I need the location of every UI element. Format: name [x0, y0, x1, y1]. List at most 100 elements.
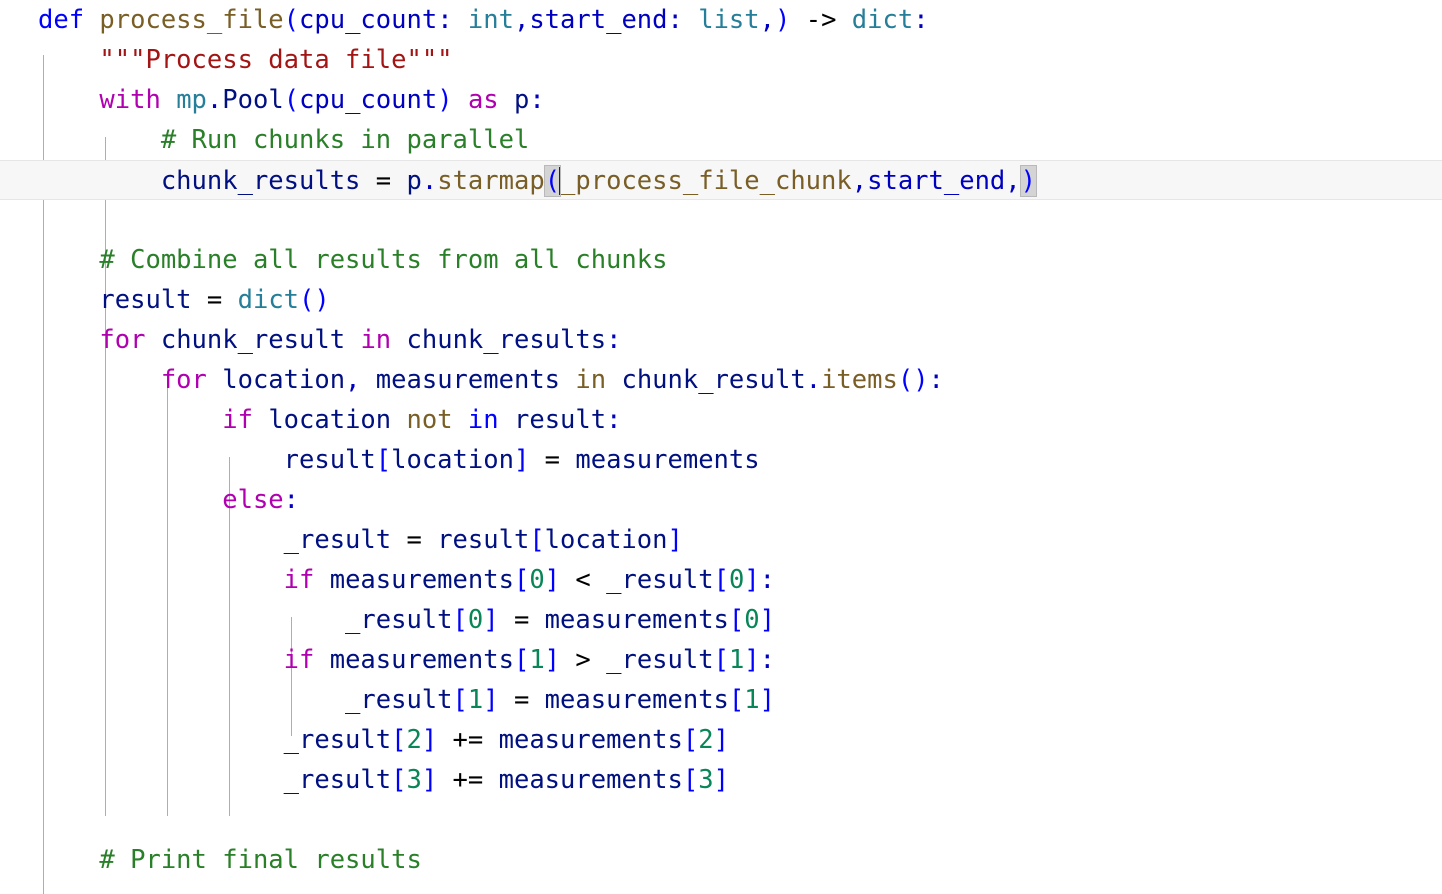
code-token: dict: [851, 5, 914, 35]
code-token: mp: [176, 85, 207, 115]
code-line[interactable]: _result[0] = measurements[0]: [0, 600, 1442, 640]
code-token: 3: [406, 765, 422, 795]
code-token: [: [375, 445, 392, 475]
code-token: _result: [345, 685, 453, 715]
code-token: .: [805, 365, 822, 395]
code-token: ,: [759, 5, 775, 35]
code-token: ,: [345, 365, 361, 395]
code-line[interactable]: for location, measurements in chunk_resu…: [0, 360, 1442, 400]
code-token: 0: [529, 565, 545, 595]
code-token: ]: [667, 525, 683, 555]
code-line[interactable]: _result[2] += measurements[2]: [0, 720, 1442, 760]
code-token: in: [360, 325, 392, 355]
code-line[interactable]: _result[3] += measurements[3]: [0, 760, 1442, 800]
code-line[interactable]: _result = result[location]: [0, 520, 1442, 560]
code-editor[interactable]: def process_file(cpu_count: int,start_en…: [0, 0, 1442, 894]
code-token: in: [575, 365, 607, 395]
code-token: else: [222, 485, 284, 515]
bracket-match: (: [543, 165, 562, 197]
code-token: ]: [483, 605, 499, 635]
code-line[interactable]: # Combine all results from all chunks: [0, 240, 1442, 280]
code-token: (: [897, 365, 914, 395]
code-line[interactable]: """Process data file""": [0, 40, 1442, 80]
code-token: p: [514, 85, 530, 115]
code-token: ]: [759, 685, 775, 715]
code-token: =: [544, 445, 561, 475]
code-line[interactable]: def process_file(cpu_count: int,start_en…: [0, 0, 1442, 40]
code-token: measurements: [498, 725, 683, 755]
code-token: location: [268, 405, 392, 435]
code-token: chunk_results: [160, 166, 361, 196]
code-line[interactable]: result[location] = measurements: [0, 440, 1442, 480]
code-token: 1: [529, 645, 545, 675]
code-line[interactable]: [0, 200, 1442, 240]
code-line[interactable]: if measurements[1] > _result[1]:: [0, 640, 1442, 680]
code-token: measurements: [329, 645, 514, 675]
code-token: p: [406, 166, 422, 196]
code-token: [: [529, 525, 545, 555]
code-token: result: [437, 525, 530, 555]
code-token: [: [452, 605, 468, 635]
code-token: not: [406, 405, 453, 435]
code-token: _result: [283, 765, 392, 795]
code-line[interactable]: _result[1] = measurements[1]: [0, 680, 1442, 720]
code-token: +=: [452, 725, 484, 755]
code-token: measurements: [544, 685, 729, 715]
code-token: ): [437, 85, 453, 115]
code-token: # Print final results: [99, 845, 422, 875]
code-line[interactable]: # Run chunks in parallel: [0, 120, 1442, 160]
code-token: [: [728, 605, 745, 635]
code-area[interactable]: def process_file(cpu_count: int,start_en…: [0, 0, 1442, 880]
code-token: ]: [713, 725, 729, 755]
code-token: (: [283, 85, 300, 115]
code-token: Pool: [222, 85, 284, 115]
code-line[interactable]: with mp.Pool(cpu_count) as p:: [0, 80, 1442, 120]
code-token: <: [575, 565, 591, 595]
code-line[interactable]: result = dict(): [0, 280, 1442, 320]
code-token: (: [283, 5, 300, 35]
code-token: location: [544, 525, 668, 555]
code-token: measurements: [544, 605, 729, 635]
code-token: [: [513, 645, 530, 675]
code-line[interactable]: if location not in result:: [0, 400, 1442, 440]
code-token: ,: [1005, 166, 1021, 196]
code-token: 2: [406, 725, 422, 755]
code-line[interactable]: [0, 800, 1442, 840]
code-token: for: [160, 365, 207, 395]
code-line[interactable]: chunk_results = p.starmap(_process_file_…: [0, 160, 1442, 200]
code-line[interactable]: else:: [0, 480, 1442, 520]
code-token: _result: [606, 645, 714, 675]
code-token: ]: [544, 565, 561, 595]
code-token: [: [728, 685, 745, 715]
code-token: ): [913, 365, 929, 395]
code-line[interactable]: if measurements[0] < _result[0]:: [0, 560, 1442, 600]
code-line[interactable]: for chunk_result in chunk_results:: [0, 320, 1442, 360]
code-line[interactable]: # Print final results: [0, 840, 1442, 880]
code-token: location: [222, 365, 346, 395]
